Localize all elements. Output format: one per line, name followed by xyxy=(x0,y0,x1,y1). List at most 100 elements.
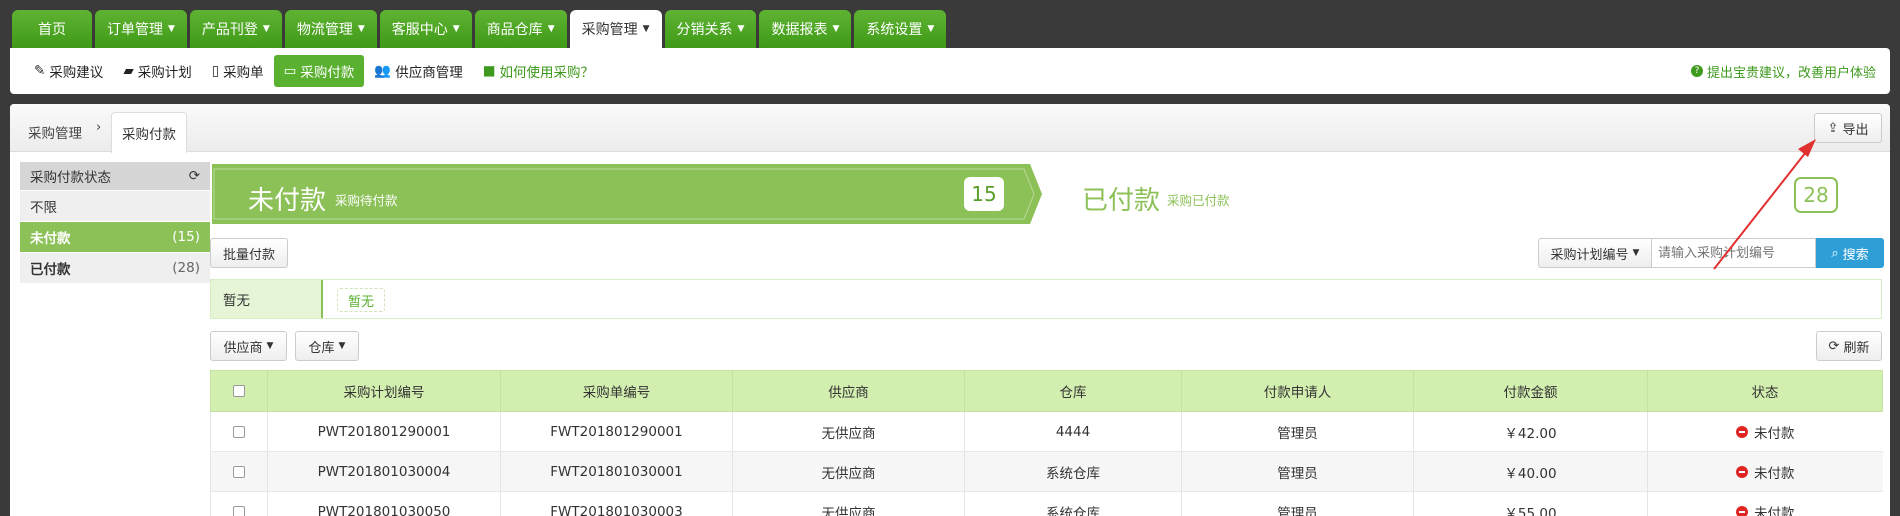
paid-subtitle: 采购已付款 xyxy=(1167,193,1230,208)
unpaid-status-tab[interactable]: 未付款 采购待付款 15 xyxy=(212,164,1042,224)
warehouse-dropdown[interactable]: 仓库 ▼ xyxy=(295,331,359,361)
nav-tab-purchase[interactable]: 采购管理 ▼ xyxy=(569,10,662,48)
amount: ￥42.00 xyxy=(1413,411,1648,452)
supplier-dropdown[interactable]: 供应商 ▼ xyxy=(210,331,287,361)
amount: ￥55.00 xyxy=(1413,491,1648,516)
minus-circle-icon xyxy=(1736,425,1748,438)
pencil-icon: ✎ xyxy=(34,63,46,79)
warehouse: 系统仓库 xyxy=(964,491,1182,516)
applicant: 管理员 xyxy=(1181,491,1414,516)
applicant: 管理员 xyxy=(1181,451,1414,492)
caret-down-icon: ▼ xyxy=(168,24,175,34)
nav-tab-service[interactable]: 客服中心 ▼ xyxy=(379,10,472,48)
nav-tab-listing[interactable]: 产品刊登 ▼ xyxy=(189,10,282,48)
subnav-purchase-order[interactable]: ▯ 采购单 xyxy=(202,55,274,87)
column-header: 仓库 xyxy=(964,370,1182,412)
file-icon: ▯ xyxy=(211,63,220,79)
paid-count-badge: 28 xyxy=(1794,177,1838,213)
order-number: FWT201801290001 xyxy=(500,411,733,452)
refresh-icon[interactable]: ⟳ xyxy=(189,168,200,184)
row-checkbox[interactable] xyxy=(210,451,268,492)
plan-number: PWT201801030004 xyxy=(267,451,501,492)
row-checkbox[interactable] xyxy=(210,411,268,452)
caret-down-icon: ▼ xyxy=(642,24,650,34)
nav-tab-home[interactable]: 首页 xyxy=(12,10,92,48)
search-button[interactable]: ⌕ 搜索 xyxy=(1816,238,1884,268)
order-number: FWT201801030001 xyxy=(500,451,733,492)
subnav-purchase-payment[interactable]: ▭ 采购付款 xyxy=(273,55,365,87)
table-header-row: 采购计划编号 采购单编号 供应商 仓库 付款申请人 付款金额 状态 xyxy=(210,370,1883,412)
refresh-button[interactable]: ⟳ 刷新 xyxy=(1816,331,1882,361)
filter-label: 暂无 xyxy=(211,280,323,318)
status-cell: 未付款 xyxy=(1647,451,1883,492)
subnav-purchase-suggestion[interactable]: ✎ 采购建议 xyxy=(24,55,113,87)
feedback-link[interactable]: ? 提出宝贵建议，改善用户体验 xyxy=(1690,62,1876,81)
sidebar-item-unpaid[interactable]: 未付款 (15) xyxy=(20,222,210,252)
refresh-icon: ⟳ xyxy=(1828,338,1840,354)
book-icon: ▰ xyxy=(123,63,134,79)
supplier: 无供应商 xyxy=(732,411,965,452)
video-icon: ■ xyxy=(482,63,496,79)
caret-down-icon: ▼ xyxy=(338,341,346,351)
breadcrumb-parent[interactable]: 采购管理 xyxy=(28,122,82,142)
sidebar-item-all[interactable]: 不限 xyxy=(20,191,210,221)
payment-status-sidebar: 采购付款状态 ⟳ 不限 未付款 (15) 已付款 (28) xyxy=(20,162,210,283)
filter-tag[interactable]: 暂无 xyxy=(337,288,386,312)
select-all-checkbox[interactable] xyxy=(210,370,268,412)
upload-icon: ⇪ xyxy=(1827,120,1839,136)
column-header: 付款金额 xyxy=(1413,370,1648,412)
plan-number: PWT201801030050 xyxy=(267,491,501,516)
search-icon: ⌕ xyxy=(1831,245,1839,261)
caret-down-icon: ▼ xyxy=(452,24,460,34)
credit-card-icon: ▭ xyxy=(283,63,297,79)
paid-status-tab[interactable]: 已付款 xyxy=(1082,180,1160,217)
filter-row: 暂无 暂无 xyxy=(210,279,1882,319)
search-bar: 采购计划编号▼ ⌕搜索 xyxy=(1538,238,1884,268)
supplier: 无供应商 xyxy=(732,451,965,492)
plan-number: PWT201801290001 xyxy=(267,411,501,452)
table-row: PWT201801030050 FWT201801030003 无供应商 系统仓… xyxy=(210,491,1883,516)
nav-tab-warehouse[interactable]: 商品仓库 ▼ xyxy=(474,10,567,48)
caret-down-icon: ▼ xyxy=(1632,248,1640,258)
nav-tab-logistics[interactable]: 物流管理 ▼ xyxy=(284,10,377,48)
nav-tab-distribution[interactable]: 分销关系 ▼ xyxy=(664,10,757,48)
unpaid-count-badge: 15 xyxy=(964,177,1004,211)
warehouse: 系统仓库 xyxy=(964,451,1182,492)
search-input[interactable] xyxy=(1652,238,1816,268)
supplier: 无供应商 xyxy=(732,491,965,516)
row-checkbox[interactable] xyxy=(210,491,268,516)
table-row: PWT201801290001 FWT201801290001 无供应商 444… xyxy=(210,411,1883,452)
subnav-supplier-management[interactable]: 👥 供应商管理 xyxy=(364,55,472,87)
main-panel: 采购管理 › 采购付款 ⇪ 导出 采购付款状态 ⟳ 不限 未付款 (15) 已付款 (2… xyxy=(10,104,1890,516)
column-header: 付款申请人 xyxy=(1181,370,1414,412)
applicant: 管理员 xyxy=(1181,411,1414,452)
tab-current-page[interactable]: 采购付款 xyxy=(111,112,187,153)
column-header: 采购计划编号 xyxy=(267,370,501,412)
column-header: 供应商 xyxy=(732,370,965,412)
warehouse: 4444 xyxy=(964,411,1182,452)
column-header: 采购单编号 xyxy=(500,370,733,412)
batch-pay-button[interactable]: 批量付款 xyxy=(210,238,288,268)
minus-circle-icon xyxy=(1736,505,1748,516)
amount: ￥40.00 xyxy=(1413,451,1648,492)
unpaid-title: 未付款 xyxy=(248,186,327,216)
search-field-select[interactable]: 采购计划编号 ▼ xyxy=(1538,238,1652,268)
sidebar-item-paid[interactable]: 已付款 (28) xyxy=(20,253,210,283)
export-button[interactable]: ⇪ 导出 xyxy=(1814,113,1882,143)
caret-down-icon: ▼ xyxy=(266,341,274,351)
chevron-right-icon: › xyxy=(96,120,102,135)
users-icon: 👥 xyxy=(374,63,392,79)
subnav-purchase-plan[interactable]: ▰ 采购计划 xyxy=(113,55,201,87)
sub-nav: ✎ 采购建议 ▰ 采购计划 ▯ 采购单 ▭ 采购付款 👥 供应商管理 ■ 如何使用采购？ ?… xyxy=(10,48,1890,94)
question-icon: ? xyxy=(1690,65,1703,77)
nav-tab-reports[interactable]: 数据报表 ▼ xyxy=(759,10,852,48)
status-text: 未付款 xyxy=(1754,505,1795,516)
nav-tab-orders[interactable]: 订单管理 ▼ xyxy=(95,10,187,48)
nav-tab-settings[interactable]: 系统设置 ▼ xyxy=(854,10,947,48)
table-row: PWT201801030004 FWT201801030001 无供应商 系统仓… xyxy=(210,451,1883,492)
caret-down-icon: ▼ xyxy=(262,24,270,34)
caret-down-icon: ▼ xyxy=(927,24,935,34)
subnav-how-to-use[interactable]: ■ 如何使用采购？ xyxy=(473,55,604,87)
breadcrumb: 采购管理 › 采购付款 ⇪ 导出 xyxy=(10,104,1890,153)
minus-circle-icon xyxy=(1736,465,1748,478)
